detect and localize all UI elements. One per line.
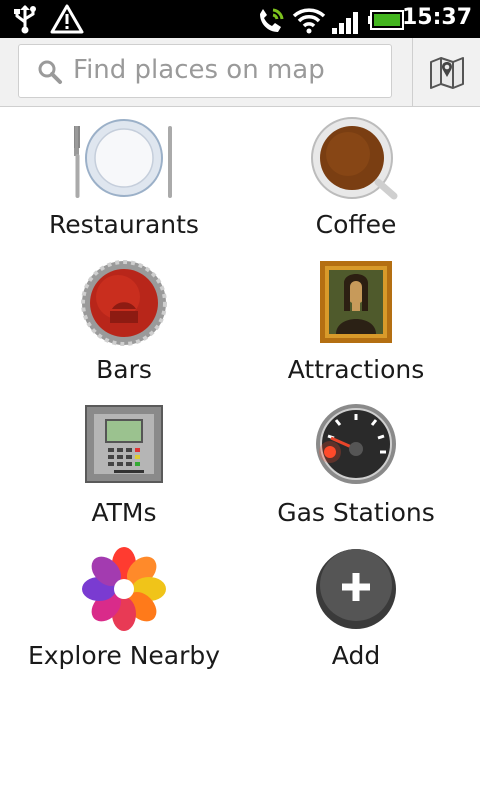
category-label: Explore Nearby: [27, 641, 221, 670]
category-restaurants[interactable]: Restaurants: [8, 116, 240, 246]
category-gas-stations[interactable]: Gas Stations: [240, 402, 472, 532]
mona-lisa-painting-icon: [320, 261, 392, 343]
bottle-cap-icon: [81, 260, 167, 346]
usb-icon: [14, 5, 36, 34]
status-bar: 15:37: [0, 0, 480, 38]
atm-machine-icon: [85, 405, 163, 483]
category-label: Add: [331, 641, 381, 670]
category-label: Gas Stations: [277, 498, 435, 527]
add-plus-icon: [316, 549, 396, 629]
call-icon: [260, 8, 284, 32]
signal-icon: [332, 12, 358, 34]
category-label: Bars: [96, 355, 152, 384]
search-header: Find places on map: [0, 38, 480, 107]
category-bars[interactable]: Bars: [8, 259, 240, 389]
search-input[interactable]: Find places on map: [18, 44, 392, 98]
map-view-button[interactable]: [412, 38, 480, 106]
fuel-gauge-icon: [316, 404, 396, 484]
wifi-icon: [292, 8, 326, 34]
category-label: Coffee: [315, 210, 397, 239]
restaurant-plate-icon: [74, 119, 172, 198]
battery-icon: [368, 10, 404, 30]
status-time: 15:37: [401, 5, 472, 30]
category-label: Restaurants: [49, 210, 199, 239]
search-icon: [38, 60, 62, 84]
category-label: Attractions: [287, 355, 425, 384]
category-atms[interactable]: ATMs: [8, 402, 240, 532]
map-icon: [430, 57, 464, 89]
add-category-button[interactable]: Add: [240, 545, 472, 675]
category-attractions[interactable]: Attractions: [240, 259, 472, 389]
category-explore-nearby[interactable]: Explore Nearby: [8, 545, 240, 675]
category-label: ATMs: [91, 498, 157, 527]
flower-petals-icon: [82, 547, 166, 631]
coffee-cup-icon: [311, 117, 398, 200]
category-coffee[interactable]: Coffee: [240, 116, 472, 246]
search-placeholder: Find places on map: [73, 55, 325, 85]
warning-icon: [50, 4, 84, 34]
